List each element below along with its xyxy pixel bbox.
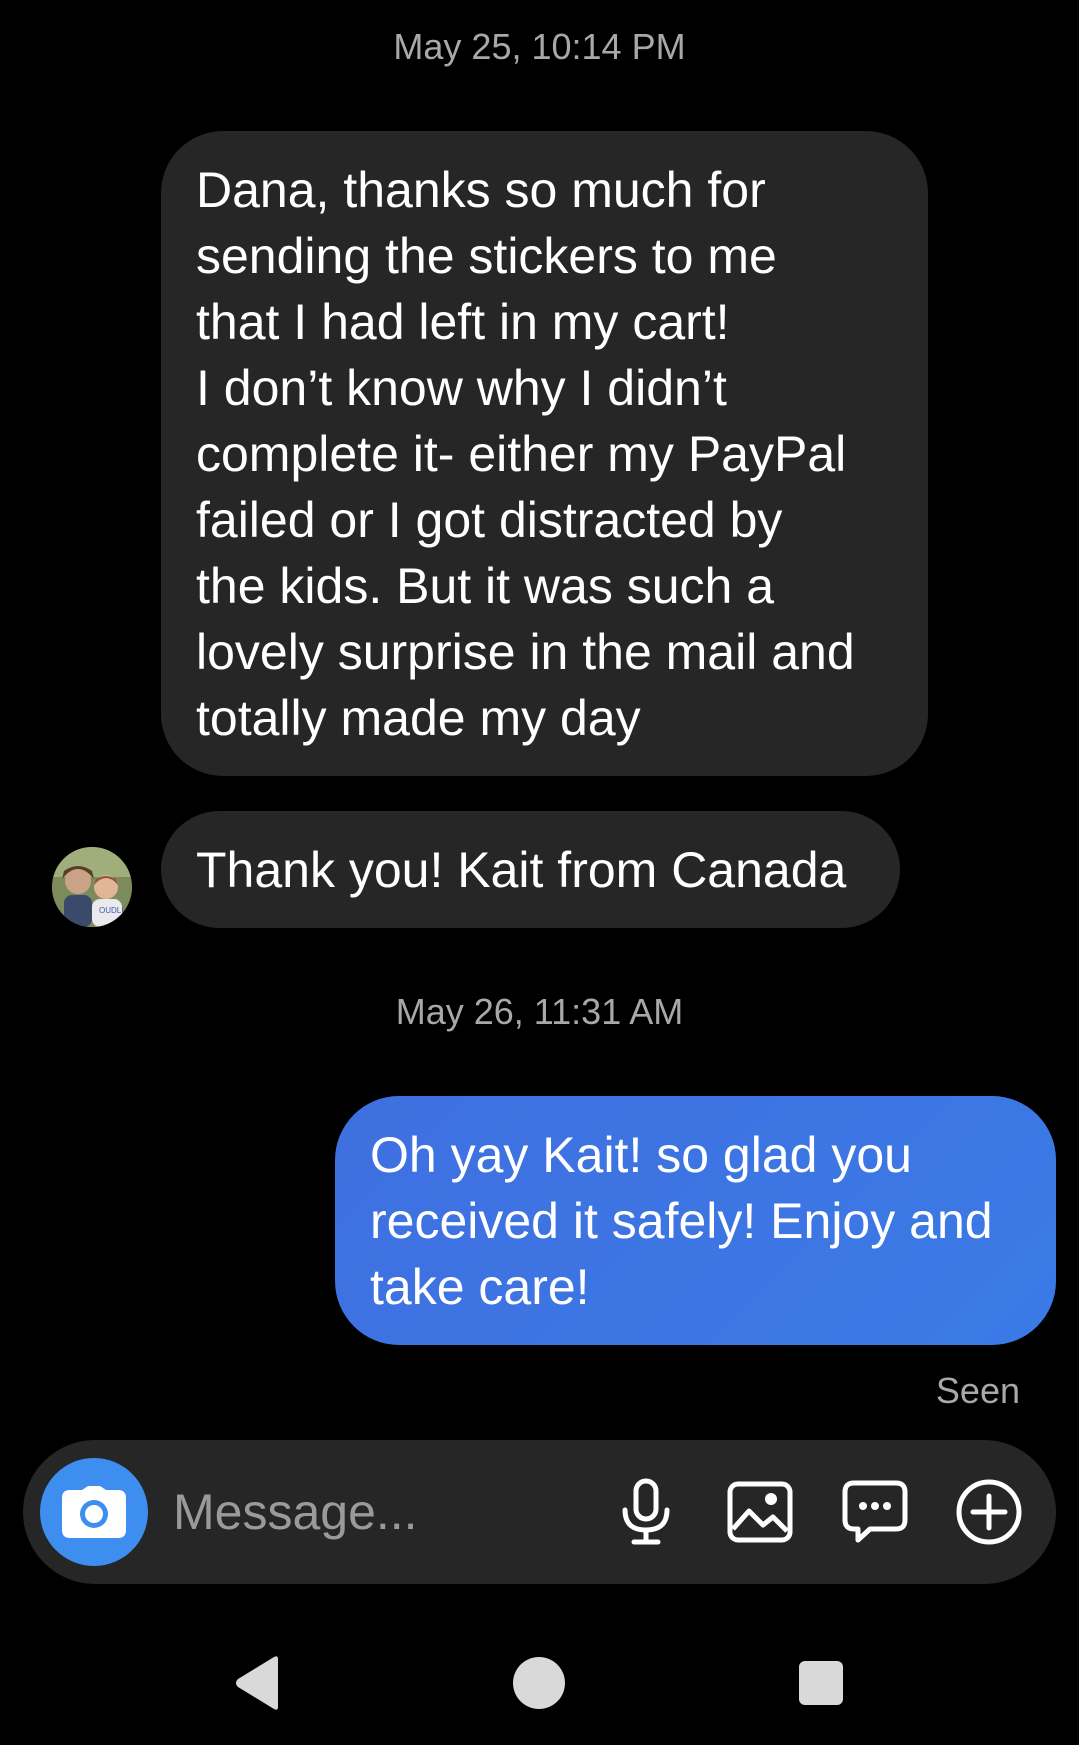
camera-icon bbox=[62, 1486, 126, 1538]
gallery-button[interactable] bbox=[720, 1472, 800, 1552]
recents-button[interactable] bbox=[786, 1648, 856, 1718]
received-message-bubble[interactable]: Dana, thanks so much for sending the sti… bbox=[161, 131, 928, 776]
home-button[interactable] bbox=[504, 1648, 574, 1718]
image-icon bbox=[727, 1481, 793, 1543]
plus-circle-icon bbox=[956, 1479, 1022, 1545]
voice-message-button[interactable] bbox=[606, 1472, 686, 1552]
received-message-bubble[interactable]: Thank you! Kait from Canada bbox=[161, 811, 900, 928]
message-composer bbox=[23, 1440, 1056, 1584]
system-navigation-bar bbox=[0, 1620, 1079, 1730]
home-circle-icon bbox=[513, 1657, 565, 1709]
contact-avatar[interactable]: OUDLI bbox=[52, 847, 132, 927]
back-triangle-icon bbox=[236, 1656, 278, 1710]
timestamp: May 26, 11:31 AM bbox=[395, 991, 684, 1032]
message-input[interactable] bbox=[173, 1467, 553, 1557]
sent-message-bubble[interactable]: Oh yay Kait! so glad you received it saf… bbox=[335, 1096, 1056, 1345]
sticker-button[interactable] bbox=[835, 1472, 915, 1552]
microphone-icon bbox=[622, 1478, 670, 1545]
camera-button[interactable] bbox=[40, 1458, 148, 1566]
recents-square-icon bbox=[799, 1661, 843, 1705]
back-button[interactable] bbox=[222, 1648, 292, 1718]
avatar-photo: OUDLI bbox=[52, 847, 132, 927]
svg-text:OUDLI: OUDLI bbox=[99, 906, 123, 915]
timestamp: May 25, 10:14 PM bbox=[393, 26, 686, 67]
seen-status: Seen bbox=[935, 1370, 1020, 1411]
more-options-button[interactable] bbox=[949, 1472, 1029, 1552]
chat-bubble-icon bbox=[842, 1480, 908, 1543]
